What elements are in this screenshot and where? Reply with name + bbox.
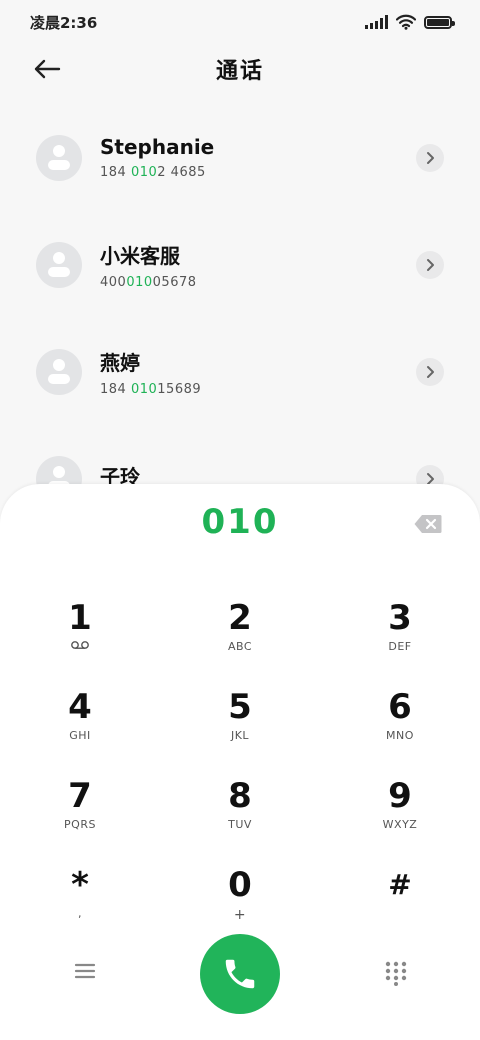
backspace-button[interactable] — [414, 514, 442, 534]
avatar — [36, 134, 82, 181]
key-letters: WXYZ — [382, 818, 418, 831]
contact-item-stephanie[interactable]: Stephanie 184 0102 4685 — [0, 104, 480, 211]
key-9[interactable]: 9 WXYZ — [320, 770, 480, 859]
wifi-icon — [396, 14, 416, 30]
key-digit: 6 — [388, 687, 412, 727]
contact-info: Stephanie 184 0102 4685 — [100, 135, 416, 180]
backspace-icon — [414, 515, 442, 533]
key-digit: 5 — [228, 687, 252, 727]
call-button[interactable] — [200, 934, 280, 1014]
chevron-right-icon — [427, 258, 434, 271]
contact-name: 燕婷 — [100, 350, 140, 375]
contact-info: 燕婷 184 01015689 — [100, 347, 416, 397]
key-digit: # — [388, 868, 412, 901]
key-letters: , — [78, 907, 82, 920]
key-4[interactable]: 4 GHI — [0, 681, 160, 770]
key-1[interactable]: 1 — [0, 592, 160, 681]
page-title: 通话 — [215, 59, 264, 84]
key-letters: GHI — [69, 729, 91, 742]
phone-icon — [225, 959, 255, 989]
contact-name: Stephanie — [100, 135, 215, 159]
key-digit: 0 — [228, 865, 252, 905]
arrow-left-icon — [34, 59, 61, 79]
status-icons — [365, 14, 455, 30]
key-digit: 8 — [228, 776, 252, 816]
contact-detail-button[interactable] — [416, 143, 444, 172]
avatar — [36, 241, 82, 288]
dial-input[interactable]: 010 — [0, 502, 480, 552]
contact-number: 184 0102 4685 — [100, 165, 206, 180]
avatar — [36, 348, 82, 395]
key-7[interactable]: 7 PQRS — [0, 770, 160, 859]
contact-item-yanting[interactable]: 燕婷 184 01015689 — [0, 318, 480, 425]
key-letters: JKL — [230, 729, 250, 742]
key-letters: TUV — [228, 818, 252, 831]
key-2[interactable]: 2 ABC — [160, 592, 320, 681]
signal-icon — [365, 15, 388, 29]
contact-list: Stephanie 184 0102 4685 小米客服 40001005678… — [0, 104, 480, 532]
key-letters: + — [233, 907, 247, 923]
battery-icon — [424, 15, 455, 29]
back-button[interactable] — [30, 56, 64, 82]
contact-info: 小米客服 40001005678 — [100, 240, 416, 290]
contact-name: 小米客服 — [100, 243, 180, 268]
key-5[interactable]: 5 JKL — [160, 681, 320, 770]
key-letters: ABC — [227, 640, 253, 653]
menu-icon — [74, 963, 96, 979]
key-digit: 4 — [68, 687, 92, 727]
status-bar: 凌晨2:36 — [0, 0, 480, 44]
header: 通话 — [0, 44, 480, 94]
key-digit: 3 — [388, 598, 412, 638]
dialer-sheet: 010 1 2 ABC 3 DEF 4 GHI 5 JKL 6 MNO 7 PQ… — [0, 484, 480, 1040]
key-letters: DEF — [388, 640, 412, 653]
key-8[interactable]: 8 TUV — [160, 770, 320, 859]
key-letters: PQRS — [64, 818, 96, 831]
dialpad-icon — [385, 961, 407, 986]
menu-button[interactable] — [72, 960, 98, 982]
voicemail-icon — [70, 640, 90, 654]
contact-item-xiaomi-service[interactable]: 小米客服 40001005678 — [0, 211, 480, 318]
key-6[interactable]: 6 MNO — [320, 681, 480, 770]
key-digit: 1 — [68, 598, 92, 638]
keypad: 1 2 ABC 3 DEF 4 GHI 5 JKL 6 MNO 7 PQRS 8… — [0, 592, 480, 948]
contact-number: 184 01015689 — [100, 381, 202, 397]
chevron-right-icon — [427, 365, 434, 378]
contact-detail-button[interactable] — [416, 250, 444, 279]
key-digit: 9 — [388, 776, 412, 816]
key-3[interactable]: 3 DEF — [320, 592, 480, 681]
dialer-bottom-bar — [0, 934, 480, 1018]
key-digit: 2 — [228, 598, 252, 638]
contact-number: 40001005678 — [100, 274, 197, 290]
status-time: 凌晨2:36 — [30, 13, 98, 32]
chevron-right-icon — [427, 151, 434, 164]
key-letters: MNO — [386, 729, 414, 742]
keypad-toggle-button[interactable] — [384, 960, 408, 986]
key-digit: * — [71, 865, 89, 905]
key-digit: 7 — [68, 776, 92, 816]
contact-detail-button[interactable] — [416, 357, 444, 386]
